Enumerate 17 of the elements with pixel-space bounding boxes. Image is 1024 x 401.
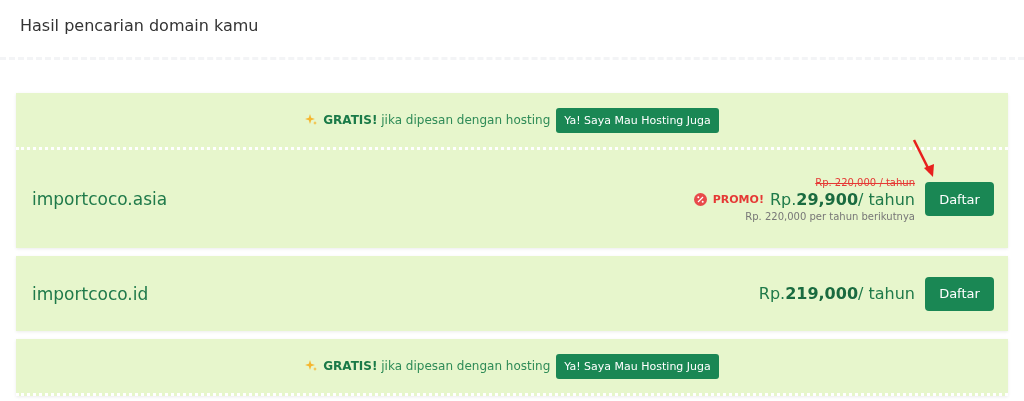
renewal-price: Rp. 220,000 per tahun berikutnya [745,210,915,222]
sparkle-icon [305,360,318,372]
register-button[interactable]: Daftar [925,276,994,311]
hosting-button[interactable]: Ya! Saya Mau Hosting Juga [556,107,719,133]
domain-name: importcoco.asia [32,189,169,209]
hosting-button[interactable]: Ya! Saya Mau Hosting Juga [556,353,719,379]
domain-name: importcoco.id [32,283,150,304]
promo-label: PROMO! [712,192,764,206]
page-title: Hasil pencarian domain kamu [20,16,260,35]
banner-text: GRATIS! jika dipesan dengan hosting [323,113,551,127]
banner-text: GRATIS! jika dipesan dengan hosting [323,359,551,373]
price: Rp.219,000/ tahun [758,284,915,303]
price: Rp.29,900/ tahun [769,189,915,209]
discount-icon [693,192,707,206]
register-button[interactable]: Daftar [925,182,994,216]
old-price: Rp. 220,000 / tahun [815,176,915,188]
sparkle-icon [305,114,318,126]
